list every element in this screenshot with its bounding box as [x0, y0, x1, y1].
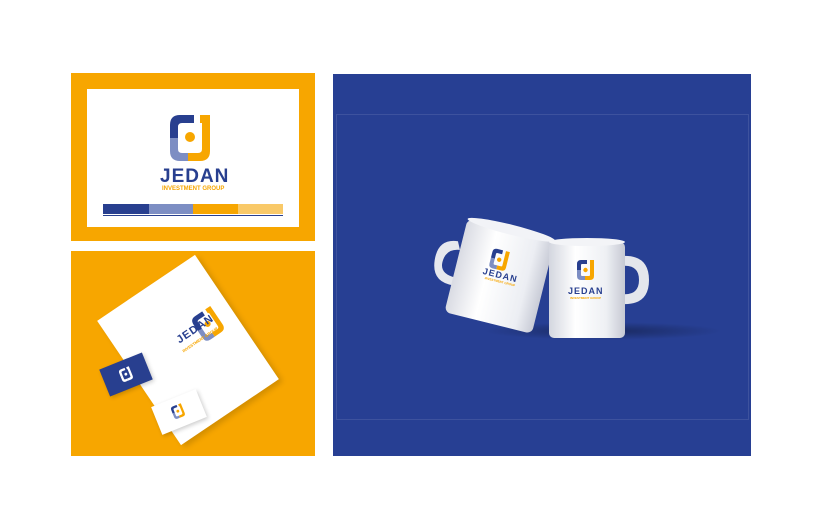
stationery-panel: JEDAN INVESTMENT GROUP — [71, 251, 315, 456]
swatch-navy — [103, 204, 149, 214]
swatch-orange — [193, 204, 238, 214]
logo-panel: JEDAN INVESTMENT GROUP — [71, 73, 315, 241]
brand-tagline: INVESTMENT GROUP — [162, 186, 225, 192]
logo-mark-icon — [170, 115, 210, 161]
mug-panel: JEDAN INVESTMENT GROUP JEDAN INVESTMENT … — [333, 74, 751, 456]
brand-wordmark: JEDAN — [160, 166, 230, 187]
mug-right-tagline: INVESTMENT GROUP — [570, 296, 602, 300]
swatch-underline — [103, 215, 283, 216]
mug-right-wordmark: JEDAN — [568, 286, 604, 296]
swatch-light-orange — [238, 204, 283, 214]
logo-card: JEDAN INVESTMENT GROUP — [87, 89, 299, 227]
swatch-periwinkle — [149, 204, 193, 214]
